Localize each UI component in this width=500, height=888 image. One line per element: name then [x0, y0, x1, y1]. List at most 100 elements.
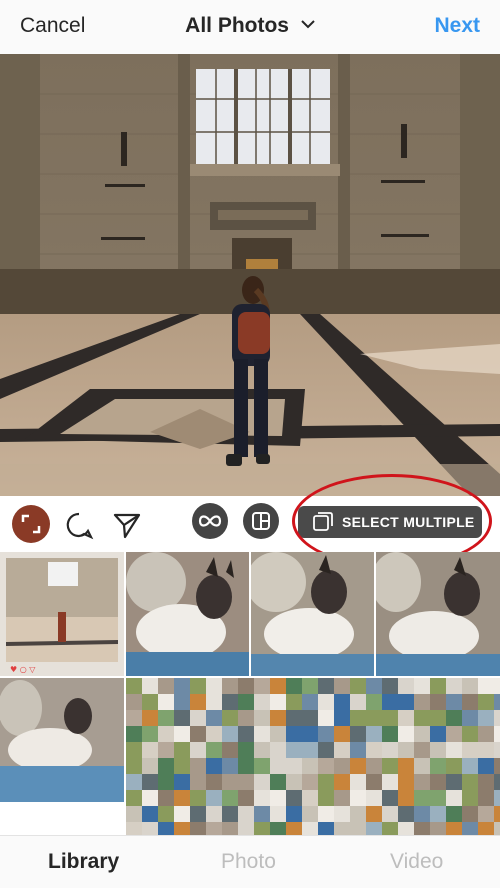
- mosaic-pixel: [398, 742, 414, 758]
- mosaic-pixel: [430, 710, 446, 726]
- mosaic-pixel: [478, 822, 494, 835]
- mosaic-pixel: [254, 774, 270, 790]
- mosaic-pixel: [190, 822, 206, 835]
- mosaic-pixel: [206, 822, 222, 835]
- mosaic-pixel: [446, 806, 462, 822]
- mosaic-pixel: [302, 806, 318, 822]
- mosaic-pixel: [222, 710, 238, 726]
- mosaic-pixel: [494, 774, 500, 790]
- mosaic-pixel: [366, 694, 382, 710]
- mosaic-pixel: [270, 742, 286, 758]
- mosaic-pixel: [430, 694, 446, 710]
- mosaic-pixel: [206, 806, 222, 822]
- mosaic-pixel: [350, 758, 366, 774]
- mosaic-pixel: [430, 678, 446, 694]
- mosaic-pixel: [334, 742, 350, 758]
- mosaic-pixel: [190, 694, 206, 710]
- mosaic-pixel: [238, 822, 254, 835]
- mosaic-pixel: [366, 710, 382, 726]
- mosaic-pixel: [478, 742, 494, 758]
- mosaic-pixel: [126, 806, 142, 822]
- mosaic-pixel: [190, 758, 206, 774]
- mosaic-pixel: [238, 710, 254, 726]
- mosaic-pixel: [302, 694, 318, 710]
- mosaic-pixel: [142, 678, 158, 694]
- mosaic-pixel: [254, 822, 270, 835]
- mosaic-pixel: [494, 726, 500, 742]
- boomerang-icon: [198, 515, 222, 527]
- mosaic-pixel: [158, 774, 174, 790]
- mosaic-pixel: [334, 726, 350, 742]
- mosaic-pixel: [430, 774, 446, 790]
- layout-button[interactable]: [243, 503, 279, 539]
- boomerang-button[interactable]: [192, 503, 228, 539]
- mosaic-pixel: [350, 742, 366, 758]
- mosaic-pixel: [270, 758, 286, 774]
- mosaic-pixel: [318, 710, 334, 726]
- mosaic-pixel: [174, 758, 190, 774]
- mosaic-pixel: [206, 726, 222, 742]
- mosaic-pixel: [222, 758, 238, 774]
- tab-library[interactable]: Library: [48, 850, 119, 874]
- mosaic-pixel: [446, 822, 462, 835]
- tab-video[interactable]: Video: [390, 850, 443, 874]
- mosaic-pixel: [222, 678, 238, 694]
- mosaic-pixel: [142, 758, 158, 774]
- mosaic-pixel: [494, 678, 500, 694]
- bottom-tab-bar: Library Photo Video: [0, 835, 500, 888]
- mosaic-pixel: [174, 774, 190, 790]
- send-button[interactable]: [112, 510, 142, 540]
- mosaic-pixel: [350, 806, 366, 822]
- mosaic-pixel: [478, 758, 494, 774]
- mosaic-pixel: [398, 678, 414, 694]
- grid-thumbnail[interactable]: [0, 678, 124, 802]
- mosaic-pixel: [142, 806, 158, 822]
- grid-thumbnail[interactable]: [251, 552, 374, 676]
- mosaic-pixel: [334, 774, 350, 790]
- mosaic-pixel: [126, 758, 142, 774]
- mosaic-pixel: [158, 822, 174, 835]
- mosaic-pixel: [142, 774, 158, 790]
- mosaic-pixel: [206, 710, 222, 726]
- mosaic-pixel: [318, 678, 334, 694]
- mosaic-pixel: [414, 758, 430, 774]
- mosaic-pixel: [190, 790, 206, 806]
- select-multiple-button[interactable]: SELECT MULTIPLE: [298, 506, 482, 538]
- mosaic-pixel: [414, 806, 430, 822]
- mosaic-pixel: [462, 694, 478, 710]
- mosaic-pixel: [126, 726, 142, 742]
- mosaic-pixel: [430, 806, 446, 822]
- mosaic-pixel: [414, 790, 430, 806]
- mosaic-pixel: [190, 742, 206, 758]
- mosaic-pixel: [318, 758, 334, 774]
- mosaic-pixel: [174, 694, 190, 710]
- mosaic-pixel: [190, 726, 206, 742]
- expand-button[interactable]: [12, 505, 50, 543]
- mosaic-pixel: [446, 742, 462, 758]
- comment-button[interactable]: [64, 510, 94, 540]
- mosaic-pixel: [494, 790, 500, 806]
- mosaic-pixel: [238, 774, 254, 790]
- mosaic-pixel: [302, 678, 318, 694]
- mosaic-pixel: [334, 678, 350, 694]
- album-selector[interactable]: All Photos: [0, 14, 500, 38]
- svg-text:♥ ○ ▽: ♥ ○ ▽: [10, 665, 36, 674]
- tab-photo[interactable]: Photo: [221, 850, 276, 874]
- mosaic-pixel: [238, 806, 254, 822]
- mosaic-pixel: [190, 678, 206, 694]
- mosaic-pixel: [478, 710, 494, 726]
- next-button[interactable]: Next: [434, 14, 480, 38]
- mosaic-pixel: [462, 726, 478, 742]
- mosaic-pixel: [206, 758, 222, 774]
- mosaic-pixel: [398, 726, 414, 742]
- mosaic-pixel: [158, 790, 174, 806]
- mosaic-pixel: [462, 742, 478, 758]
- grid-thumbnail[interactable]: ♥ ○ ▽: [0, 552, 124, 676]
- grid-thumbnail[interactable]: [126, 678, 500, 835]
- grid-thumbnail[interactable]: [376, 552, 500, 676]
- mosaic-pixel: [446, 758, 462, 774]
- mosaic-pixel: [318, 806, 334, 822]
- mosaic-pixel: [158, 694, 174, 710]
- grid-thumbnail[interactable]: [126, 552, 249, 676]
- layout-icon: [252, 512, 270, 530]
